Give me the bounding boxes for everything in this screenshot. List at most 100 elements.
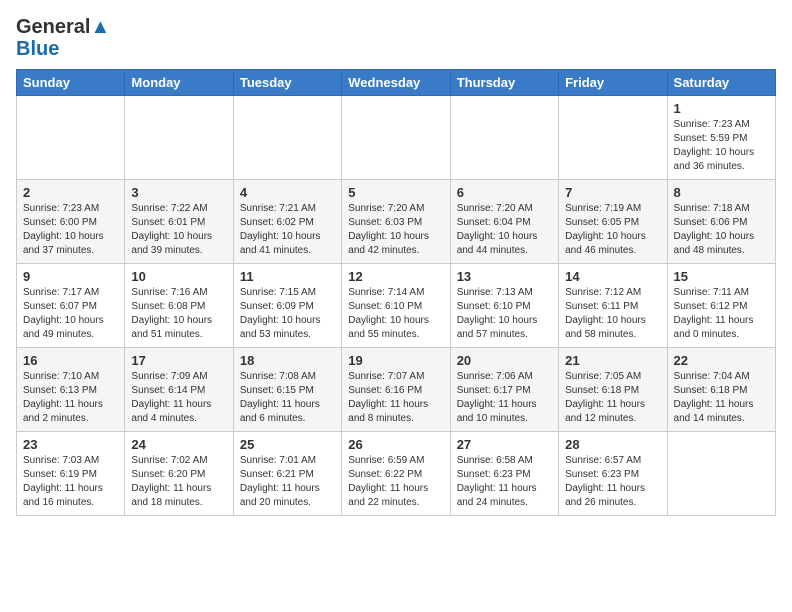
day-cell: 26 Sunrise: 6:59 AMSunset: 6:22 PMDayligh… (342, 432, 450, 516)
week-row-5: 23Sunrise: 7:03 AMSunset: 6:19 PMDayligh… (17, 432, 776, 516)
day-number: 20 (457, 353, 552, 368)
week-row-2: 2 Sunrise: 7:23 AMSunset: 6:00 PMDaylight… (17, 180, 776, 264)
logo-blue: Blue (16, 38, 59, 61)
day-number: 2 (23, 185, 118, 200)
day-cell (125, 96, 233, 180)
day-cell: 17 Sunrise: 7:09 AMSunset: 6:14 PMDayligh… (125, 348, 233, 432)
day-number: 27 (457, 437, 552, 452)
weekday-header-row: SundayMondayTuesdayWednesdayThursdayFrid… (17, 70, 776, 96)
day-cell: 6 Sunrise: 7:20 AMSunset: 6:04 PMDaylight… (450, 180, 558, 264)
day-number: 10 (131, 269, 226, 284)
day-number: 18 (240, 353, 335, 368)
day-info: Sunrise: 7:21 AMSunset: 6:02 PMDaylight:… (240, 202, 335, 258)
day-cell: 4 Sunrise: 7:21 AMSunset: 6:02 PMDaylight… (233, 180, 341, 264)
day-cell: 21 Sunrise: 7:05 AMSunset: 6:18 PMDayligh… (559, 348, 667, 432)
day-cell: 8 Sunrise: 7:18 AMSunset: 6:06 PMDaylight… (667, 180, 775, 264)
weekday-header-wednesday: Wednesday (342, 70, 450, 96)
day-cell: 5 Sunrise: 7:20 AMSunset: 6:03 PMDaylight… (342, 180, 450, 264)
day-cell (667, 432, 775, 516)
day-info: Sunrise: 7:18 AMSunset: 6:06 PMDaylight:… (674, 202, 769, 258)
weekday-header-friday: Friday (559, 70, 667, 96)
day-cell: 1 Sunrise: 7:23 AMSunset: 5:59 PMDaylight… (667, 96, 775, 180)
day-info: Sunrise: 7:22 AMSunset: 6:01 PMDaylight:… (131, 202, 226, 258)
day-info: Sunrise: 7:10 AMSunset: 6:13 PMDaylight:… (23, 370, 118, 426)
day-info: Sunrise: 7:11 AMSunset: 6:12 PMDaylight:… (674, 286, 769, 342)
day-info: Sunrise: 6:59 AMSunset: 6:22 PMDaylight:… (348, 454, 443, 510)
day-number: 7 (565, 185, 660, 200)
day-cell: 9Sunrise: 7:17 AMSunset: 6:07 PMDaylight… (17, 264, 125, 348)
day-number: 1 (674, 101, 769, 116)
day-cell: 23Sunrise: 7:03 AMSunset: 6:19 PMDayligh… (17, 432, 125, 516)
day-cell (342, 96, 450, 180)
weekday-header-saturday: Saturday (667, 70, 775, 96)
day-info: Sunrise: 6:58 AMSunset: 6:23 PMDaylight:… (457, 454, 552, 510)
day-number: 14 (565, 269, 660, 284)
day-number: 8 (674, 185, 769, 200)
day-number: 28 (565, 437, 660, 452)
weekday-header-monday: Monday (125, 70, 233, 96)
day-cell: 20 Sunrise: 7:06 AMSunset: 6:17 PMDayligh… (450, 348, 558, 432)
day-info: Sunrise: 7:09 AMSunset: 6:14 PMDaylight:… (131, 370, 226, 426)
day-info: Sunrise: 7:05 AMSunset: 6:18 PMDaylight:… (565, 370, 660, 426)
day-info: Sunrise: 7:23 AMSunset: 5:59 PMDaylight:… (674, 118, 769, 174)
day-cell: 25Sunrise: 7:01 AMSunset: 6:21 PMDayligh… (233, 432, 341, 516)
day-number: 13 (457, 269, 552, 284)
header: General▲ Blue (16, 16, 776, 61)
weekday-header-tuesday: Tuesday (233, 70, 341, 96)
day-cell: 18 Sunrise: 7:08 AMSunset: 6:15 PMDayligh… (233, 348, 341, 432)
week-row-4: 16 Sunrise: 7:10 AMSunset: 6:13 PMDayligh… (17, 348, 776, 432)
weekday-header-sunday: Sunday (17, 70, 125, 96)
day-cell: 14Sunrise: 7:12 AMSunset: 6:11 PMDayligh… (559, 264, 667, 348)
day-cell: 22 Sunrise: 7:04 AMSunset: 6:18 PMDayligh… (667, 348, 775, 432)
day-cell: 16 Sunrise: 7:10 AMSunset: 6:13 PMDayligh… (17, 348, 125, 432)
day-number: 11 (240, 269, 335, 284)
day-number: 9 (23, 269, 118, 284)
day-cell (233, 96, 341, 180)
day-number: 3 (131, 185, 226, 200)
day-info: Sunrise: 7:14 AMSunset: 6:10 PMDaylight:… (348, 286, 443, 342)
logo: General▲ Blue (16, 16, 110, 61)
day-number: 15 (674, 269, 769, 284)
day-cell: 11 Sunrise: 7:15 AMSunset: 6:09 PMDayligh… (233, 264, 341, 348)
day-info: Sunrise: 7:04 AMSunset: 6:18 PMDaylight:… (674, 370, 769, 426)
day-number: 25 (240, 437, 335, 452)
day-info: Sunrise: 7:13 AMSunset: 6:10 PMDaylight:… (457, 286, 552, 342)
day-number: 22 (674, 353, 769, 368)
day-info: Sunrise: 7:20 AMSunset: 6:03 PMDaylight:… (348, 202, 443, 258)
week-row-3: 9Sunrise: 7:17 AMSunset: 6:07 PMDaylight… (17, 264, 776, 348)
day-number: 4 (240, 185, 335, 200)
day-cell: 27 Sunrise: 6:58 AMSunset: 6:23 PMDayligh… (450, 432, 558, 516)
day-number: 6 (457, 185, 552, 200)
day-number: 21 (565, 353, 660, 368)
day-number: 26 (348, 437, 443, 452)
day-cell (559, 96, 667, 180)
day-cell (450, 96, 558, 180)
day-info: Sunrise: 7:06 AMSunset: 6:17 PMDaylight:… (457, 370, 552, 426)
day-cell: 3 Sunrise: 7:22 AMSunset: 6:01 PMDaylight… (125, 180, 233, 264)
day-cell: 28 Sunrise: 6:57 AMSunset: 6:23 PMDayligh… (559, 432, 667, 516)
day-info: Sunrise: 7:20 AMSunset: 6:04 PMDaylight:… (457, 202, 552, 258)
day-info: Sunrise: 7:16 AMSunset: 6:08 PMDaylight:… (131, 286, 226, 342)
day-number: 17 (131, 353, 226, 368)
day-cell: 12 Sunrise: 7:14 AMSunset: 6:10 PMDayligh… (342, 264, 450, 348)
day-cell (17, 96, 125, 180)
day-info: Sunrise: 7:15 AMSunset: 6:09 PMDaylight:… (240, 286, 335, 342)
day-info: Sunrise: 7:19 AMSunset: 6:05 PMDaylight:… (565, 202, 660, 258)
day-info: Sunrise: 6:57 AMSunset: 6:23 PMDaylight:… (565, 454, 660, 510)
day-cell: 19 Sunrise: 7:07 AMSunset: 6:16 PMDayligh… (342, 348, 450, 432)
day-number: 24 (131, 437, 226, 452)
day-number: 16 (23, 353, 118, 368)
day-info: Sunrise: 7:07 AMSunset: 6:16 PMDaylight:… (348, 370, 443, 426)
day-number: 23 (23, 437, 118, 452)
day-info: Sunrise: 7:08 AMSunset: 6:15 PMDaylight:… (240, 370, 335, 426)
week-row-1: 1 Sunrise: 7:23 AMSunset: 5:59 PMDaylight… (17, 96, 776, 180)
day-cell: 7 Sunrise: 7:19 AMSunset: 6:05 PMDaylight… (559, 180, 667, 264)
day-info: Sunrise: 7:02 AMSunset: 6:20 PMDaylight:… (131, 454, 226, 510)
day-number: 12 (348, 269, 443, 284)
day-cell: 2 Sunrise: 7:23 AMSunset: 6:00 PMDaylight… (17, 180, 125, 264)
day-number: 5 (348, 185, 443, 200)
day-cell: 10 Sunrise: 7:16 AMSunset: 6:08 PMDayligh… (125, 264, 233, 348)
day-info: Sunrise: 7:23 AMSunset: 6:00 PMDaylight:… (23, 202, 118, 258)
day-number: 19 (348, 353, 443, 368)
weekday-header-thursday: Thursday (450, 70, 558, 96)
